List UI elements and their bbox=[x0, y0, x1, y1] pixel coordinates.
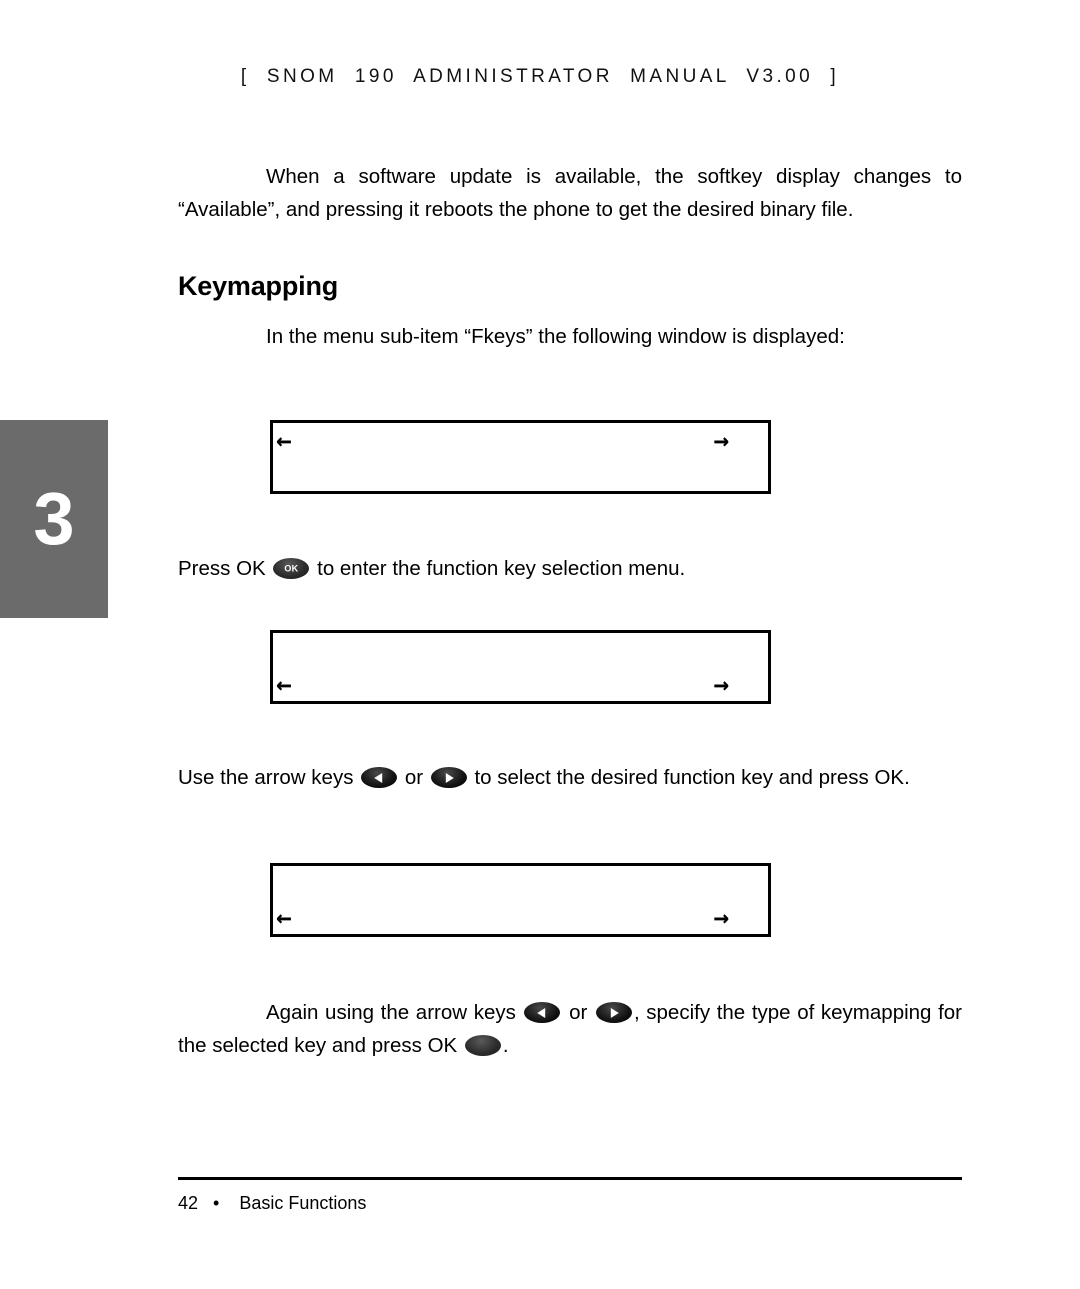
page-header: [ SNOM 190 ADMINISTRATOR MANUAL V3.00 ] bbox=[0, 66, 1080, 88]
paragraph-text: Use the arrow keys or to select the desi… bbox=[178, 761, 962, 794]
chapter-tab: 3 bbox=[0, 420, 108, 618]
paragraph-text: Press OK to enter the function key selec… bbox=[178, 552, 962, 585]
arrows-text-c: to select the desired function key and p… bbox=[468, 766, 910, 789]
paragraph-text: In the menu sub-item “Fkeys” the followi… bbox=[266, 325, 845, 348]
lcd-display-keymapping: ← Keymapping → Fkeys bbox=[270, 420, 771, 494]
arrow-right-key-icon bbox=[430, 767, 467, 788]
header-title: [ SNOM 190 ADMINISTRATOR MANUAL V3.00 ] bbox=[240, 66, 840, 87]
paragraph-text: When a software update is available, the… bbox=[178, 165, 962, 221]
lcd-line-2: ← Key 1 → bbox=[273, 668, 768, 701]
paragraph-software-update: When a software update is available, the… bbox=[178, 160, 962, 226]
again-text-a: Again using the arrow keys bbox=[266, 1001, 523, 1024]
paragraph-again-arrow-keys: Again using the arrow keys or , specify … bbox=[178, 996, 962, 1062]
lcd-line-2: Fkeys bbox=[273, 458, 768, 491]
page-title: Keymapping bbox=[178, 271, 339, 301]
ok-key-icon bbox=[273, 558, 310, 579]
lcd-line-2: ← Line → bbox=[273, 901, 768, 934]
lcd-arrow-left-icon: ← bbox=[276, 426, 293, 456]
paragraph-press-ok: Press OK to enter the function key selec… bbox=[178, 552, 962, 585]
lcd-line-1: Key Type: bbox=[273, 867, 768, 901]
arrows-text-a: Use the arrow keys bbox=[178, 766, 360, 789]
lcd-display-key-type: Key Type: ← Line → bbox=[270, 863, 771, 937]
footer-divider bbox=[178, 1177, 962, 1180]
chapter-number: 3 bbox=[33, 477, 75, 560]
arrow-left-key-icon bbox=[361, 767, 398, 788]
arrow-right-key-icon bbox=[595, 1002, 632, 1023]
lcd-arrow-left-icon: ← bbox=[276, 903, 293, 933]
page-footer: 42 • Basic Functions bbox=[178, 1193, 367, 1213]
paragraph-text: Again using the arrow keys or , specify … bbox=[178, 996, 962, 1062]
paragraph-fkeys-intro: In the menu sub-item “Fkeys” the followi… bbox=[178, 320, 962, 353]
arrows-text-b: or bbox=[399, 766, 429, 789]
again-text-b: or bbox=[562, 1001, 594, 1024]
lcd-line-1: Select Functionkey: bbox=[273, 634, 768, 668]
lcd-line-1-text: Select Functionkey: bbox=[273, 702, 768, 704]
lcd-arrow-right-icon: → bbox=[713, 426, 730, 456]
lcd-line-1-text: Key Type: bbox=[273, 935, 768, 937]
press-ok-text-after: to enter the function key selection menu… bbox=[311, 557, 686, 580]
lcd-arrow-right-icon: → bbox=[713, 670, 730, 700]
lcd-display-select-functionkey: Select Functionkey: ← Key 1 → bbox=[270, 630, 771, 704]
press-ok-text-before: Press OK bbox=[178, 557, 272, 580]
ok-key-icon bbox=[464, 1035, 501, 1056]
lcd-arrow-left-icon: ← bbox=[276, 670, 293, 700]
section-heading-keymapping: Keymapping bbox=[178, 271, 962, 302]
arrow-left-key-icon bbox=[524, 1002, 561, 1023]
lcd-arrow-right-icon: → bbox=[713, 903, 730, 933]
again-text-d: . bbox=[502, 1034, 509, 1057]
paragraph-use-arrow-keys: Use the arrow keys or to select the desi… bbox=[178, 761, 962, 794]
lcd-line-1: ← Keymapping → bbox=[273, 424, 768, 458]
